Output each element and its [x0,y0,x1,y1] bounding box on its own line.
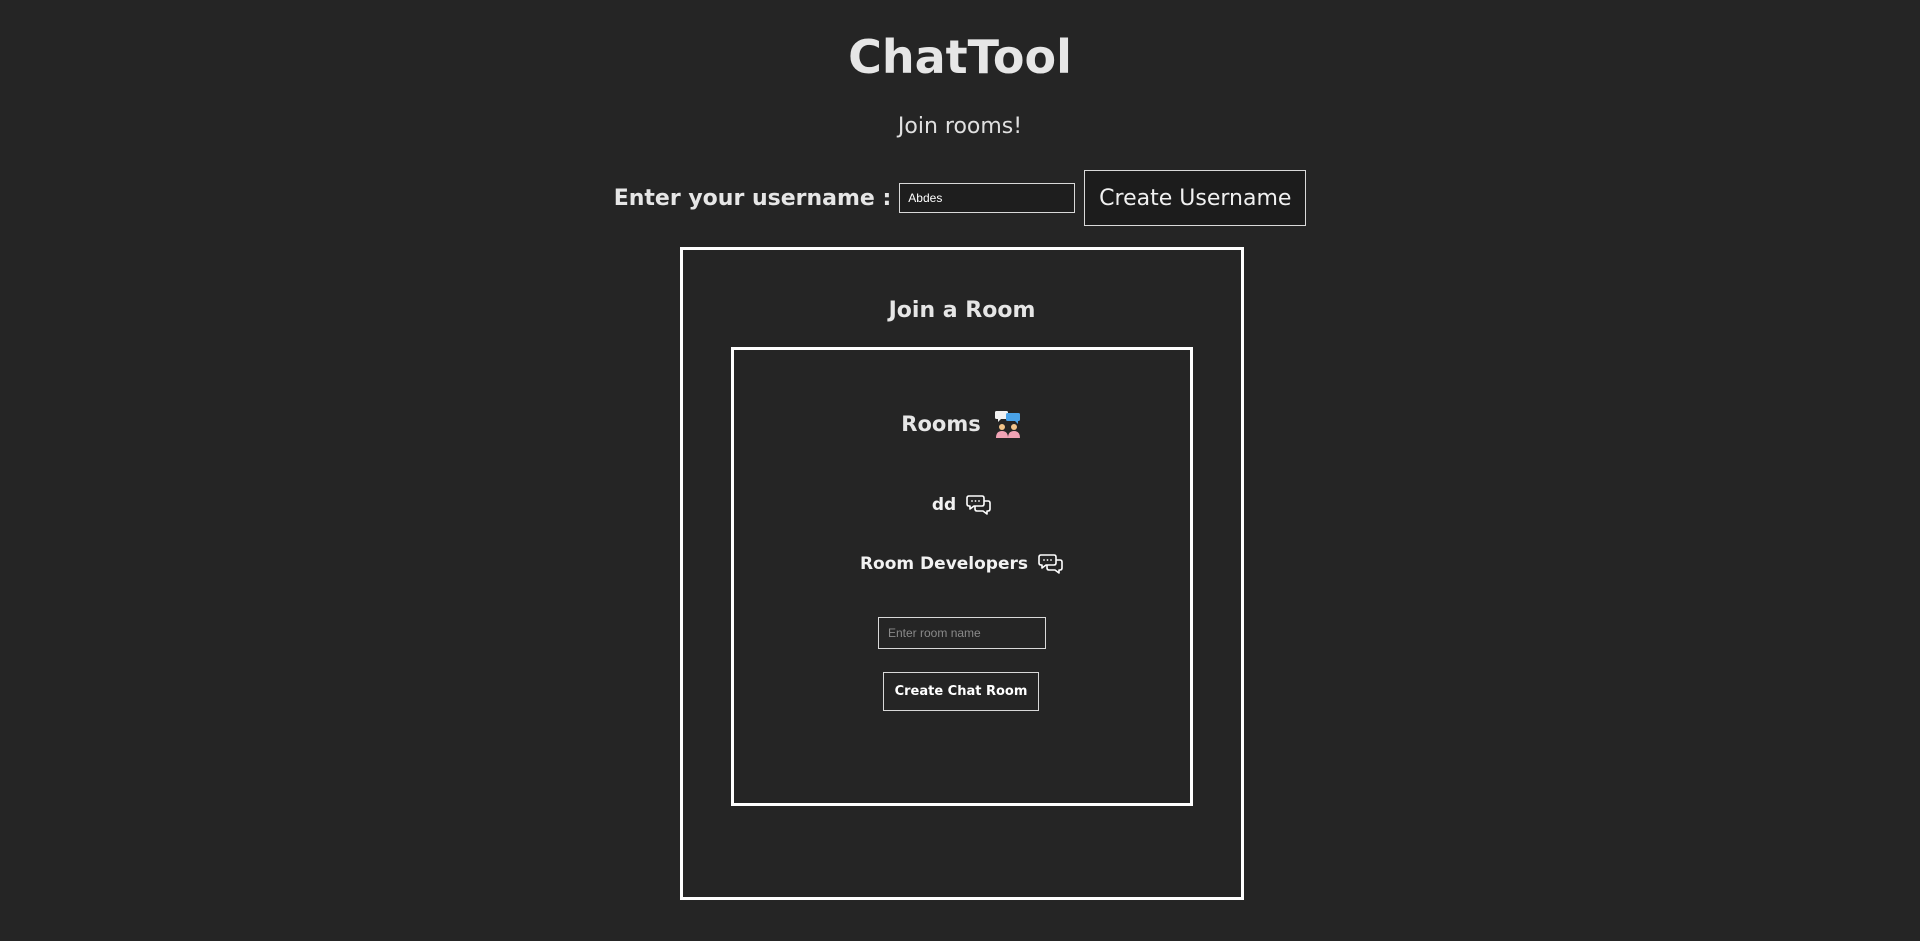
join-room-panel: Join a Room Rooms dd Room Developers Ent… [680,247,1244,900]
rooms-heading-label: Rooms [901,412,981,436]
create-chat-room-button[interactable]: Create Chat Room [883,672,1039,711]
chat-bubbles-icon [966,493,992,517]
chat-bubbles-icon [1038,552,1064,576]
room-name-input[interactable] [878,617,1046,649]
room-item-room-developers[interactable]: Room Developers [734,552,1190,576]
room-name: dd [931,495,957,515]
app-title: ChatTool [848,30,1072,84]
join-room-title: Join a Room [888,298,1036,323]
username-row: Enter your username : Create Username [0,170,1920,226]
rooms-panel: Rooms dd Room Developers Enter room name… [731,347,1193,806]
subtitle: Join rooms! [897,114,1023,139]
rooms-heading: Rooms [734,409,1190,439]
create-username-button[interactable]: Create Username [1084,170,1307,226]
chattool-page: ChatTool Join rooms! Enter your username… [0,0,1920,941]
room-item-dd[interactable]: dd [734,493,1190,517]
room-name: Room Developers [859,554,1029,574]
people-chat-icon [993,409,1023,439]
username-label: Enter your username : [613,185,892,211]
username-input[interactable] [899,183,1076,213]
